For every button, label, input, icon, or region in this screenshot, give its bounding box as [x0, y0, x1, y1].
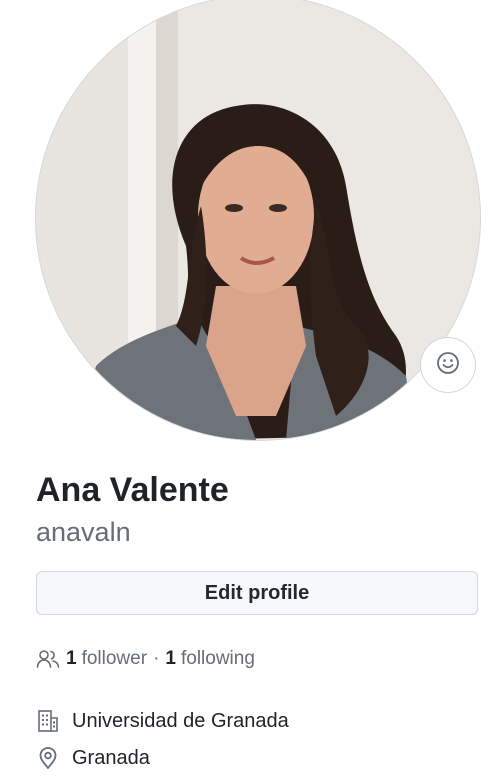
location-pin-icon — [36, 746, 62, 770]
location-text: Granada — [72, 746, 150, 769]
building-icon — [36, 709, 62, 733]
followers-link[interactable]: 1 follower — [36, 648, 147, 670]
smiley-icon — [436, 351, 460, 380]
profile-organization: Universidad de Granada — [36, 706, 289, 736]
separator-dot: · — [153, 648, 160, 669]
follow-stats: 1 follower · 1 following — [36, 645, 255, 673]
avatar-photo — [36, 0, 480, 440]
organization-text: Universidad de Granada — [72, 709, 289, 732]
people-icon — [36, 649, 60, 669]
followers-count: 1 — [66, 648, 77, 669]
following-link[interactable]: 1 following — [165, 648, 255, 670]
following-count: 1 — [165, 648, 176, 669]
followers-label: follower — [81, 648, 148, 669]
profile-sidebar: Ana Valente anavaln Edit profile 1 follo… — [0, 0, 498, 784]
following-label: following — [180, 648, 255, 669]
profile-location: Granada — [36, 743, 150, 773]
edit-profile-button[interactable]: Edit profile — [36, 571, 478, 615]
set-status-button[interactable] — [421, 338, 475, 392]
profile-avatar[interactable] — [36, 0, 480, 440]
profile-username: anavaln — [36, 517, 131, 547]
profile-full-name: Ana Valente — [36, 471, 229, 509]
